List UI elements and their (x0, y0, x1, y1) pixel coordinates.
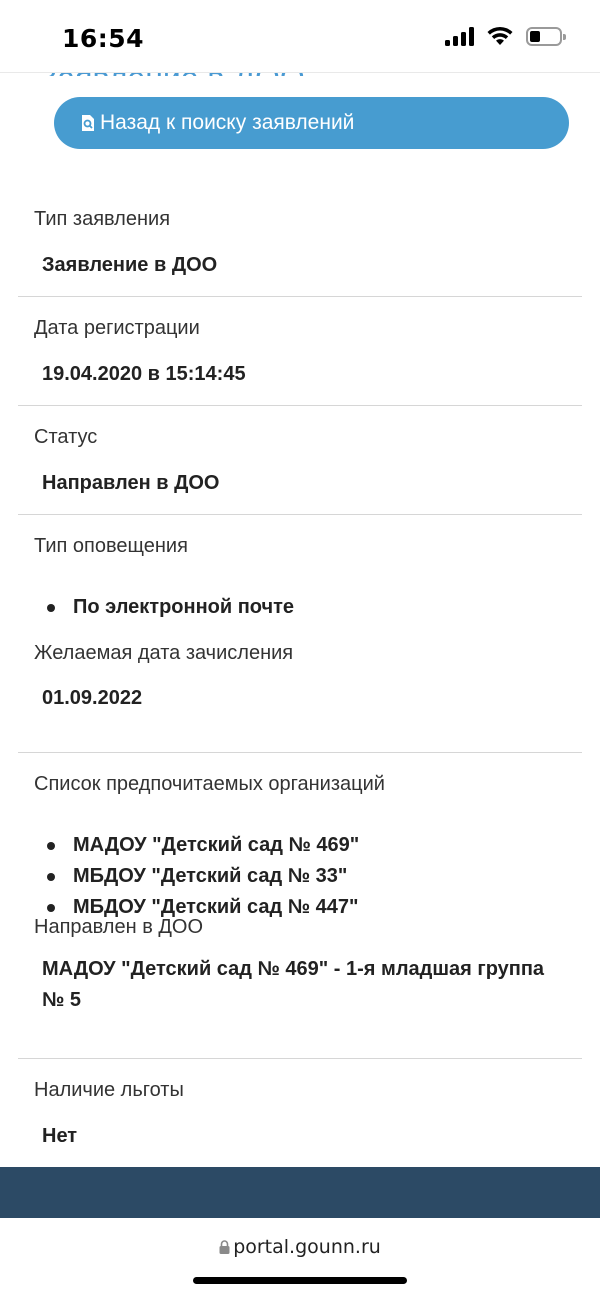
field-notification-type: Тип оповещения По электронной почте (18, 515, 582, 644)
field-preferred-organizations: Список предпочитаемых организаций МАДОУ … (18, 753, 582, 923)
field-label: Дата регистрации (34, 317, 200, 339)
field-value: МАДОУ "Детский сад № 469" - 1-я младшая … (42, 958, 545, 1011)
status-bar: 16:54 (0, 0, 600, 73)
back-to-search-button[interactable]: Назад к поиску заявлений (54, 97, 569, 149)
home-indicator[interactable] (193, 1277, 407, 1284)
lock-icon (219, 1240, 230, 1254)
field-label: Желаемая дата зачисления (34, 642, 294, 664)
list-item: МАДОУ "Детский сад № 469" (42, 830, 359, 861)
url-display[interactable]: portal.gounn.ru (0, 1236, 600, 1258)
field-label: Список предпочитаемых организаций (34, 773, 385, 795)
battery-fill (530, 30, 540, 42)
field-benefit: Наличие льготы Нет (18, 1059, 582, 1164)
browser-url-bar[interactable]: portal.gounn.ru (0, 1218, 600, 1297)
field-label: Наличие льготы (34, 1079, 184, 1101)
search-document-icon (82, 115, 94, 131)
field-status: Статус Направлен в ДОО (18, 406, 582, 515)
list-item: МБДОУ "Детский сад № 33" (42, 861, 359, 892)
field-assigned-doo: Направлен в ДОО МАДОУ "Детский сад № 469… (18, 916, 582, 1059)
battery-icon (526, 26, 566, 46)
field-registration-date: Дата регистрации 19.04.2020 в 15:14:45 (18, 297, 582, 406)
url-text: portal.gounn.ru (233, 1236, 381, 1258)
field-application-type: Тип заявления Заявление в ДОО (18, 188, 582, 297)
wifi-icon (486, 26, 514, 46)
signal-icon (445, 26, 474, 46)
field-label: Направлен в ДОО (34, 916, 204, 938)
field-value: 19.04.2020 в 15:14:45 (42, 363, 246, 385)
field-value: Заявление в ДОО (42, 254, 218, 276)
field-label: Тип оповещения (34, 535, 188, 557)
list-item: По электронной почте (42, 592, 294, 623)
application-details: Тип заявления Заявление в ДОО Дата регис… (18, 188, 582, 1164)
field-value: 01.09.2022 (42, 687, 143, 709)
back-button-label: Назад к поиску заявлений (100, 111, 355, 134)
notification-list: По электронной почте (42, 592, 294, 623)
field-desired-date: Желаемая дата зачисления 01.09.2022 (18, 642, 582, 753)
field-label: Тип заявления (34, 208, 171, 230)
organizations-list: МАДОУ "Детский сад № 469" МБДОУ "Детский… (42, 830, 359, 923)
site-footer (0, 1167, 600, 1218)
field-label: Статус (34, 426, 98, 448)
status-time: 16:54 (62, 24, 145, 53)
field-value: Нет (42, 1125, 78, 1147)
page: Заявление в ДОО 16:54 Наза (0, 0, 600, 1297)
status-icons (445, 26, 566, 46)
status-value: Направлен в ДОО (42, 472, 220, 494)
